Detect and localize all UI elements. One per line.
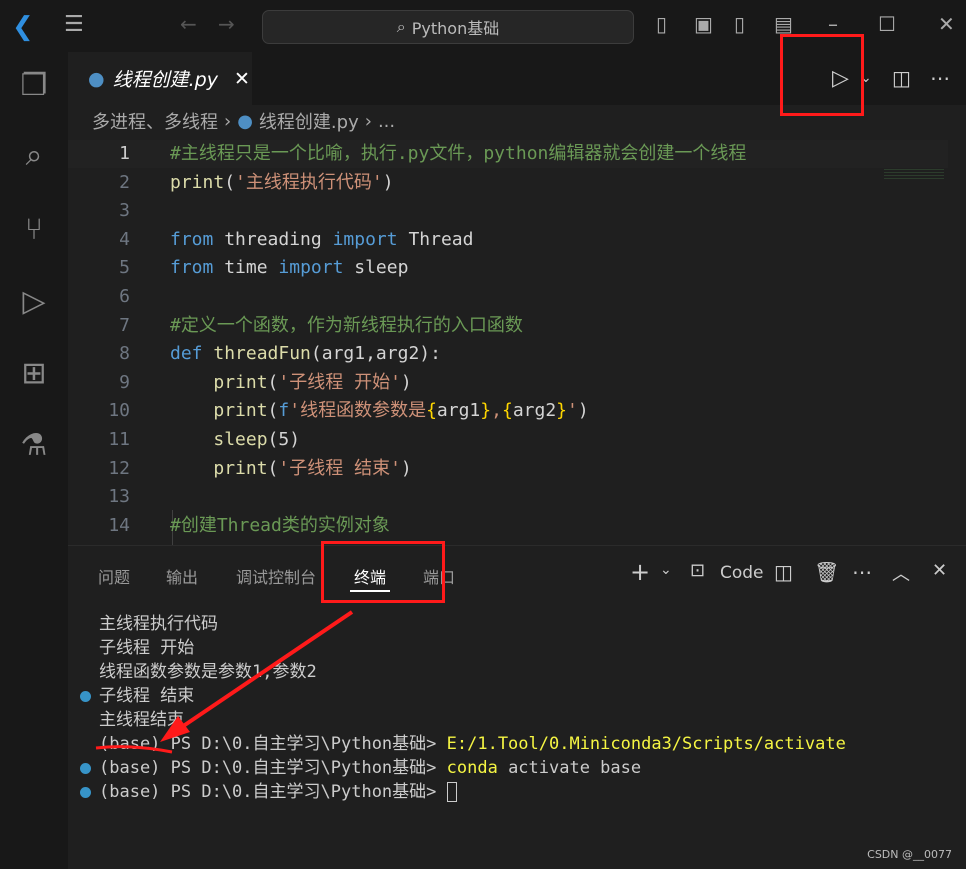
annotation-arrow: [95, 610, 354, 754]
